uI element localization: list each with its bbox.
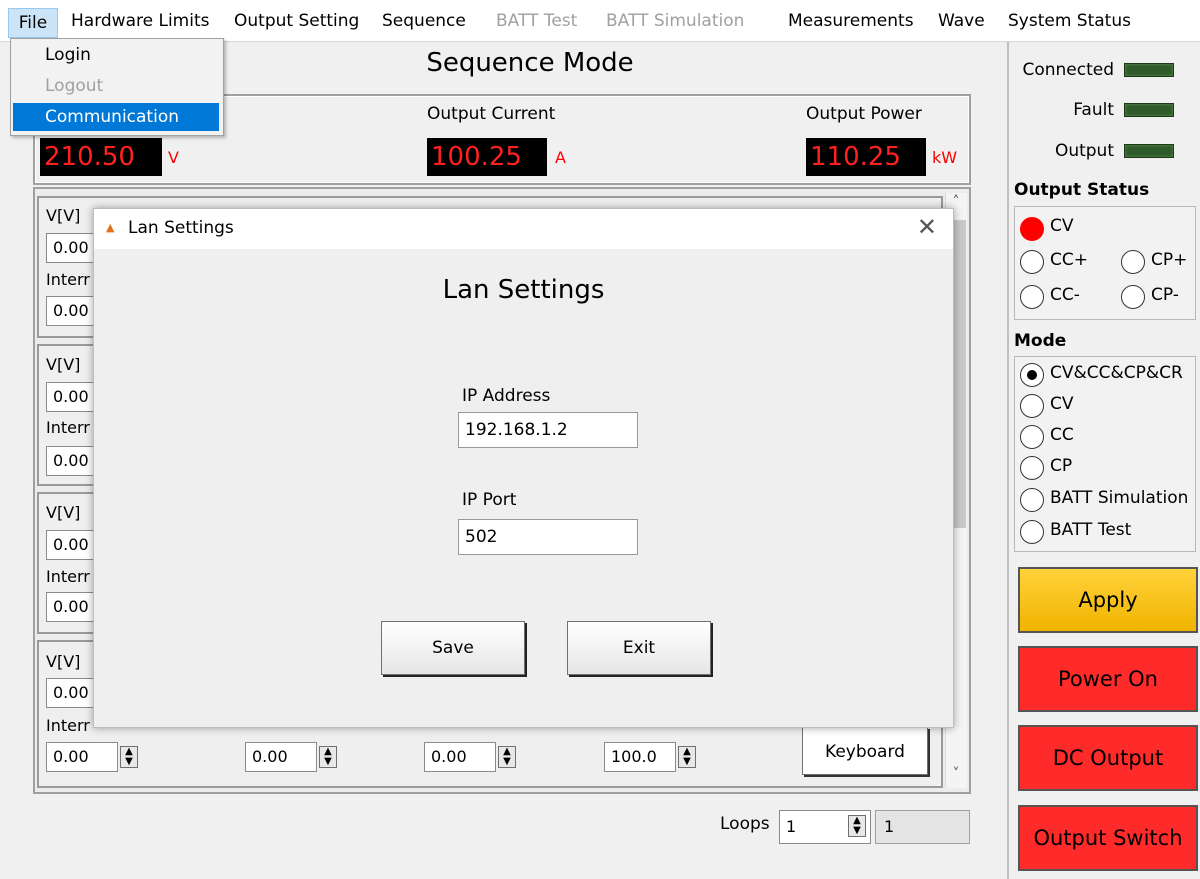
connected-led	[1124, 63, 1174, 77]
output-status-title: Output Status	[1014, 180, 1150, 200]
lan-settings-dialog: ▲ Lan Settings ✕ Lan Settings IP Address…	[93, 208, 954, 728]
close-icon[interactable]: ✕	[917, 213, 937, 241]
ip-port-label: IP Port	[462, 490, 517, 510]
spinner-icon[interactable]: ▲ ▼	[319, 746, 337, 768]
step-resistance-input[interactable]: 0.00	[46, 742, 118, 772]
power-on-button[interactable]: Power On	[1018, 646, 1198, 712]
dc-output-button[interactable]: DC Output	[1018, 725, 1198, 791]
step-voltage-label: V[V]	[46, 503, 81, 522]
connected-label: Connected	[1022, 60, 1114, 80]
ip-address-label: IP Address	[462, 386, 551, 406]
loops-label: Loops	[720, 814, 770, 834]
cp-plus-status-indicator	[1121, 250, 1145, 274]
menu-item-communication[interactable]: Communication	[13, 103, 219, 131]
mode-radio-cv[interactable]	[1020, 394, 1044, 418]
cc-minus-status-indicator	[1020, 285, 1044, 309]
save-button[interactable]: Save	[381, 621, 525, 675]
step-voltage-label: V[V]	[46, 652, 81, 671]
fault-label: Fault	[1073, 100, 1114, 120]
mode-radio-cc[interactable]	[1020, 425, 1044, 449]
panel-divider	[1007, 42, 1009, 879]
app-icon: ▲	[106, 221, 115, 234]
current-unit: A	[555, 148, 566, 167]
menu-file[interactable]: File	[8, 8, 58, 38]
spinner-icon[interactable]: ▲ ▼	[678, 746, 696, 768]
page-title: Sequence Mode	[426, 48, 634, 78]
menu-system-status[interactable]: System Status	[1008, 8, 1131, 34]
file-dropdown-menu: Login Logout Communication	[10, 38, 224, 136]
cp-plus-status-label: CP+	[1151, 250, 1188, 270]
menu-measurements[interactable]: Measurements	[788, 8, 914, 34]
menu-item-logout[interactable]: Logout	[13, 72, 219, 100]
voltage-unit: V	[168, 148, 179, 167]
voltage-readout: 210.50	[40, 138, 162, 176]
scroll-down-icon[interactable]: ˅	[945, 766, 967, 782]
mode-label-cv-cc-cp-cr: CV&CC&CP&CR	[1050, 363, 1183, 383]
cp-minus-status-label: CP-	[1151, 285, 1179, 305]
mode-label-batt-test: BATT Test	[1050, 520, 1132, 540]
ip-address-input[interactable]: 192.168.1.2	[458, 412, 638, 448]
cv-status-indicator	[1020, 217, 1044, 241]
step-internal-label: Interr	[46, 567, 90, 586]
mode-radio-cv-cc-cp-cr[interactable]	[1020, 363, 1044, 387]
mode-label-cc: CC	[1050, 425, 1074, 445]
dialog-heading: Lan Settings	[442, 275, 605, 305]
keyboard-button[interactable]: Keyboard	[802, 727, 928, 775]
mode-label-batt-simulation: BATT Simulation	[1050, 488, 1189, 508]
dialog-titlebar[interactable]: ▲ Lan Settings ✕	[94, 209, 953, 249]
output-label: Output	[1054, 141, 1114, 161]
menu-sequence[interactable]: Sequence	[382, 8, 466, 34]
spinner-icon[interactable]: ▲ ▼	[498, 746, 516, 768]
step-voltage-label: V[V]	[46, 355, 81, 374]
output-switch-button[interactable]: Output Switch	[1018, 805, 1198, 871]
step-internal-label: Interr	[46, 716, 90, 735]
mode-label-cp: CP	[1050, 456, 1073, 476]
scrollbar-thumb[interactable]	[954, 220, 966, 528]
menu-bar: File Hardware Limits Output Setting Sequ…	[0, 0, 1200, 42]
step-power-input[interactable]: 0.00	[424, 742, 496, 772]
step-switch-time-input[interactable]: 100.0	[604, 742, 676, 772]
mode-radio-batt-test[interactable]	[1020, 520, 1044, 544]
fault-led	[1124, 103, 1174, 117]
power-readout: 110.25	[806, 138, 926, 176]
step-internal-label: Interr	[46, 270, 90, 289]
loops-spinner-icon[interactable]: ▲ ▼	[848, 815, 866, 837]
step-current-input[interactable]: 0.00	[245, 742, 317, 772]
menu-wave[interactable]: Wave	[938, 8, 985, 34]
mode-radio-cp[interactable]	[1020, 456, 1044, 480]
menu-output-setting[interactable]: Output Setting	[234, 8, 359, 34]
cp-minus-status-indicator	[1121, 285, 1145, 309]
mode-label-cv: CV	[1050, 394, 1074, 414]
apply-button[interactable]: Apply	[1018, 567, 1198, 633]
step-voltage-label: V[V]	[46, 206, 81, 225]
dialog-window-title: Lan Settings	[128, 218, 234, 238]
cc-plus-status-label: CC+	[1050, 250, 1088, 270]
cv-status-label: CV	[1050, 216, 1074, 236]
cc-minus-status-label: CC-	[1050, 285, 1080, 305]
menu-item-login[interactable]: Login	[13, 41, 219, 69]
step-internal-label: Interr	[46, 418, 90, 437]
menu-hardware-limits[interactable]: Hardware Limits	[71, 8, 209, 34]
exit-button[interactable]: Exit	[567, 621, 711, 675]
power-unit: kW	[932, 148, 958, 167]
output-current-label: Output Current	[427, 104, 556, 124]
menu-batt-test[interactable]: BATT Test	[496, 8, 577, 34]
loops-readout: 1	[875, 810, 970, 844]
cc-plus-status-indicator	[1020, 250, 1044, 274]
menu-batt-simulation[interactable]: BATT Simulation	[606, 8, 744, 34]
spinner-icon[interactable]: ▲ ▼	[120, 746, 138, 768]
output-power-label: Output Power	[806, 104, 922, 124]
output-led	[1124, 144, 1174, 158]
mode-radio-batt-simulation[interactable]	[1020, 488, 1044, 512]
current-readout: 100.25	[427, 138, 547, 176]
mode-title: Mode	[1014, 331, 1067, 351]
ip-port-input[interactable]: 502	[458, 519, 638, 555]
